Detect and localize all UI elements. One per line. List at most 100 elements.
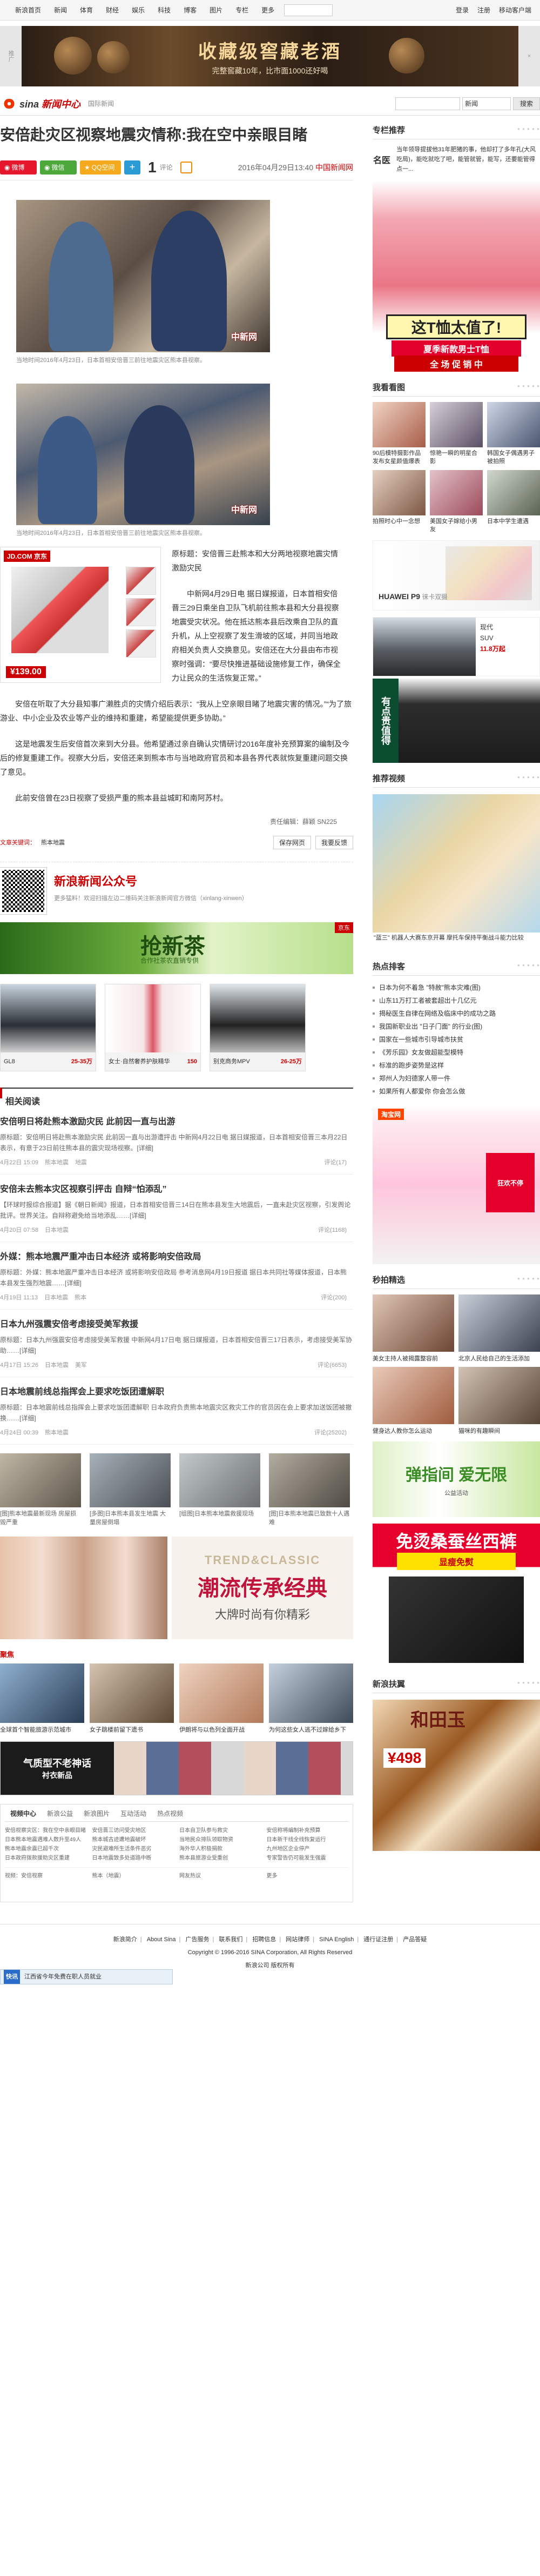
news-title[interactable]: 日本地震前线总指挥会上要求吃饭团遭解职 <box>0 1386 353 1399</box>
hot-item[interactable]: 我国新职业出 "日子门面" 的行业(图) <box>373 1020 540 1033</box>
news-comment-link[interactable]: 评论(1168) <box>318 1225 347 1234</box>
image-card[interactable]: 90后模特摄影作品发布女星颜值爆表 <box>373 402 426 466</box>
share-wechat-button[interactable]: ◉ 微信 <box>40 160 77 175</box>
tab-link[interactable]: 海外华人积极捐款 <box>179 1844 261 1854</box>
news-item[interactable]: 安倍未去熊本灾区视察引抨击 自辩“怕添乱” 【环球时报综合报道】据《朝日新闻》报… <box>0 1175 353 1242</box>
tshirt-ad[interactable]: 这T恤太值了! 夏季新款男士T恤 全 场 促 销 中 <box>373 180 540 372</box>
video-card[interactable]: "蓝三" 机器人大赛东京开幕 摩托车保持平衡战斗能力比较 <box>373 794 540 951</box>
product-card[interactable]: 别克商务MPV 26-25万 <box>210 984 306 1071</box>
tab-charity[interactable]: 新浪公益 <box>42 1809 78 1818</box>
tab-link[interactable]: 熊本县旅游业受重创 <box>179 1854 261 1863</box>
article-source[interactable]: 中国新闻网 <box>315 163 353 172</box>
video-thumb-card[interactable]: 北京人民给自己的生活添加 <box>458 1294 540 1363</box>
share-qzone-button[interactable]: ★ QQ空间 <box>80 160 121 175</box>
hot-item[interactable]: 日本为何不着急 "特赦"熊本灾难(图) <box>373 981 540 994</box>
hot-item[interactable]: 国家在一些城市引导城市扶贫 <box>373 1033 540 1046</box>
pants-ad[interactable]: 免烫桑蚕丝西裤 显瘦免熨 <box>373 1524 540 1668</box>
taobao-ad[interactable]: 淘宝网 狂欢不停 <box>373 1104 540 1264</box>
tab-video[interactable]: 视频中心 <box>5 1809 42 1818</box>
news-item[interactable]: 安倍明日将赴熊本激励灾民 此前因一直与出游 原标题：安倍明日将赴熊本激励灾民 此… <box>0 1107 353 1175</box>
news-title[interactable]: 安倍未去熊本灾区视察引抨击 自辩“怕添乱” <box>0 1183 353 1196</box>
focus-card[interactable]: 女子跳楼前留下遗书 <box>90 1663 174 1734</box>
tab-link[interactable]: 灾民避难所生活条件恶劣 <box>92 1844 174 1854</box>
tab-footer-link[interactable]: 网友热议 <box>179 1871 261 1879</box>
footer-link[interactable]: 新浪简介 <box>113 1936 137 1943</box>
top-banner-ad[interactable]: 推广 收藏级窖藏老酒 完整窖藏10年，比市面1000还好喝 × <box>0 26 540 86</box>
tab-link[interactable]: 日本地震致多处道路中断 <box>92 1854 174 1863</box>
top-nav-item[interactable]: 更多 <box>255 0 281 21</box>
footer-link[interactable]: 联系我们 <box>219 1936 242 1943</box>
tab-link[interactable]: 熊本城古迹遭地震破坏 <box>92 1835 174 1844</box>
top-nav-item[interactable]: 博客 <box>177 0 203 21</box>
photo-card[interactable]: [图]熊本地震最新现场 房屋损毁严重 <box>0 1453 81 1527</box>
footer-link[interactable]: 招聘信息 <box>252 1936 276 1943</box>
tab-link[interactable]: 九州地区企业停产 <box>267 1844 349 1854</box>
bracelet-ad[interactable]: 和田玉 ¥498 <box>373 1700 540 1851</box>
news-item[interactable]: 日本地震前线总指挥会上要求吃饭团遭解职 原标题：日本地震前线总指挥会上要求吃饭团… <box>0 1377 353 1445</box>
site-logo[interactable]: sina 新闻中心 国际新闻 <box>0 97 114 111</box>
channel-name[interactable]: 国际新闻 <box>88 99 114 108</box>
news-title[interactable]: 日本九州强震安倍考虑接受美军救援 <box>0 1318 353 1331</box>
image-card[interactable]: 惊艳一瞬的明星合影 <box>430 402 483 466</box>
top-nav-item[interactable]: 新闻 <box>48 0 73 21</box>
image-card[interactable]: 美国女子嫁给小男友 <box>430 470 483 534</box>
footer-link[interactable]: 产品答疑 <box>403 1936 427 1943</box>
top-nav-item[interactable]: 娱乐 <box>125 0 151 21</box>
image-card[interactable]: 韩国女子偶遇男子被拍照 <box>487 402 540 466</box>
news-item[interactable]: 日本九州强震安倍考虑接受美军救援 原标题：日本九州强震安倍考虑接受美军救援 中新… <box>0 1310 353 1377</box>
footer-link[interactable]: 通行证注册 <box>363 1936 393 1943</box>
mobile-client-link[interactable]: 移动客户端 <box>499 0 531 21</box>
login-link[interactable]: 登录 <box>456 0 469 21</box>
video-thumb-card[interactable]: 健身达人教你怎么运动 <box>373 1367 454 1435</box>
feedback-button[interactable]: 我要反馈 <box>315 835 353 849</box>
tab-link[interactable]: 日本自卫队参与救灾 <box>179 1826 261 1835</box>
tab-link[interactable]: 日本政府拨款援助灾区重建 <box>5 1854 87 1863</box>
tea-ad[interactable]: 抢新茶 合作社茶农直销专供 京东 <box>0 922 353 974</box>
photo-card[interactable]: [多图]日本熊本县发生地震 大量房屋倒塌 <box>90 1453 171 1527</box>
site-search-button[interactable]: 搜索 <box>513 97 540 110</box>
comment-count[interactable]: 1 评论 <box>148 159 192 176</box>
tab-link[interactable]: 日本熊本地震遇难人数升至49人 <box>5 1835 87 1844</box>
news-comment-link[interactable]: 评论(17) <box>324 1158 347 1166</box>
product-card[interactable]: 女士·自然奢养护肤精华 150 <box>105 984 201 1071</box>
tab-activities[interactable]: 互动活动 <box>115 1809 152 1818</box>
video-thumb-card[interactable]: 美女主持人被揭露整容前 <box>373 1294 454 1363</box>
top-nav-item[interactable]: 科技 <box>151 0 177 21</box>
news-item[interactable]: 外媒：熊本地震严重冲击日本经济 或将影响安倍政局 原标题：外媒：熊本地震严重冲击… <box>0 1242 353 1310</box>
fast-news-bar[interactable]: 快讯 江西省今年免费在职人员就业 <box>0 1969 173 1984</box>
footer-link[interactable]: 广告服务 <box>185 1936 209 1943</box>
shoe-thumb[interactable] <box>126 629 156 658</box>
image-card[interactable]: 拍照时心中一念想 <box>373 470 426 534</box>
tab-link[interactable]: 熊本地震余震已超千次 <box>5 1844 87 1854</box>
tab-hot-video[interactable]: 热点视频 <box>152 1809 188 1818</box>
shirt-ad[interactable]: 气质型不老神话 衬衣新品 <box>0 1741 353 1795</box>
top-nav-item[interactable]: 专栏 <box>229 0 255 21</box>
close-icon[interactable]: × <box>518 26 540 86</box>
footer-link[interactable]: 网站律师 <box>286 1936 309 1943</box>
video-thumb-card[interactable]: 猫咪的有趣瞬间 <box>458 1367 540 1435</box>
save-page-button[interactable]: 保存网页 <box>273 835 311 849</box>
fast-news-text[interactable]: 江西省今年免费在职人员就业 <box>24 1970 102 1983</box>
news-comment-link[interactable]: 评论(200) <box>321 1293 347 1302</box>
image-card[interactable]: 日本中学生遭遇 <box>487 470 540 534</box>
photo-card[interactable]: [组图]日本熊本地震救援现场 <box>179 1453 260 1527</box>
charity-ad[interactable]: 弹指间 爱无限 公益活动 <box>373 1441 540 1517</box>
product-card[interactable]: GL8 25-35万 <box>0 984 96 1071</box>
write-comment-icon[interactable] <box>180 161 192 173</box>
top-nav-item[interactable]: 财经 <box>99 0 125 21</box>
shoe-thumb[interactable] <box>126 598 156 626</box>
hot-item[interactable]: 标准的跑步姿势是这样 <box>373 1059 540 1072</box>
top-nav-item[interactable]: 新浪首页 <box>9 0 48 21</box>
focus-card[interactable]: 全球首个智能旅游示范城市 <box>0 1663 84 1734</box>
car-ad[interactable]: 现代 SUV 11.8万起 <box>373 617 540 676</box>
photo-card[interactable]: [图]日本熊本地震已致数十人遇难 <box>269 1453 350 1527</box>
keyword-link[interactable]: 熊本地震 <box>41 838 65 847</box>
jd-shoe-ad[interactable]: JD.COM 京东 ¥139.00 <box>0 547 161 683</box>
tab-link[interactable]: 专家警告仍可能发生强震 <box>267 1854 349 1863</box>
share-more-button[interactable]: + <box>124 160 140 175</box>
column-promo[interactable]: 名医 当年领导提拔他31年肥猪的事，他却打了多年孔(大风吃局)，能吃就吃了吧，能… <box>373 145 540 174</box>
register-link[interactable]: 注册 <box>477 0 490 21</box>
hot-item[interactable]: 如果所有人都爱你 你会怎么做 <box>373 1085 540 1098</box>
tab-footer-link[interactable]: 更多 <box>267 1871 349 1879</box>
trend-ad[interactable]: TREND&CLASSIC 潮流传承经典 大牌时尚有你精彩 <box>0 1537 353 1639</box>
